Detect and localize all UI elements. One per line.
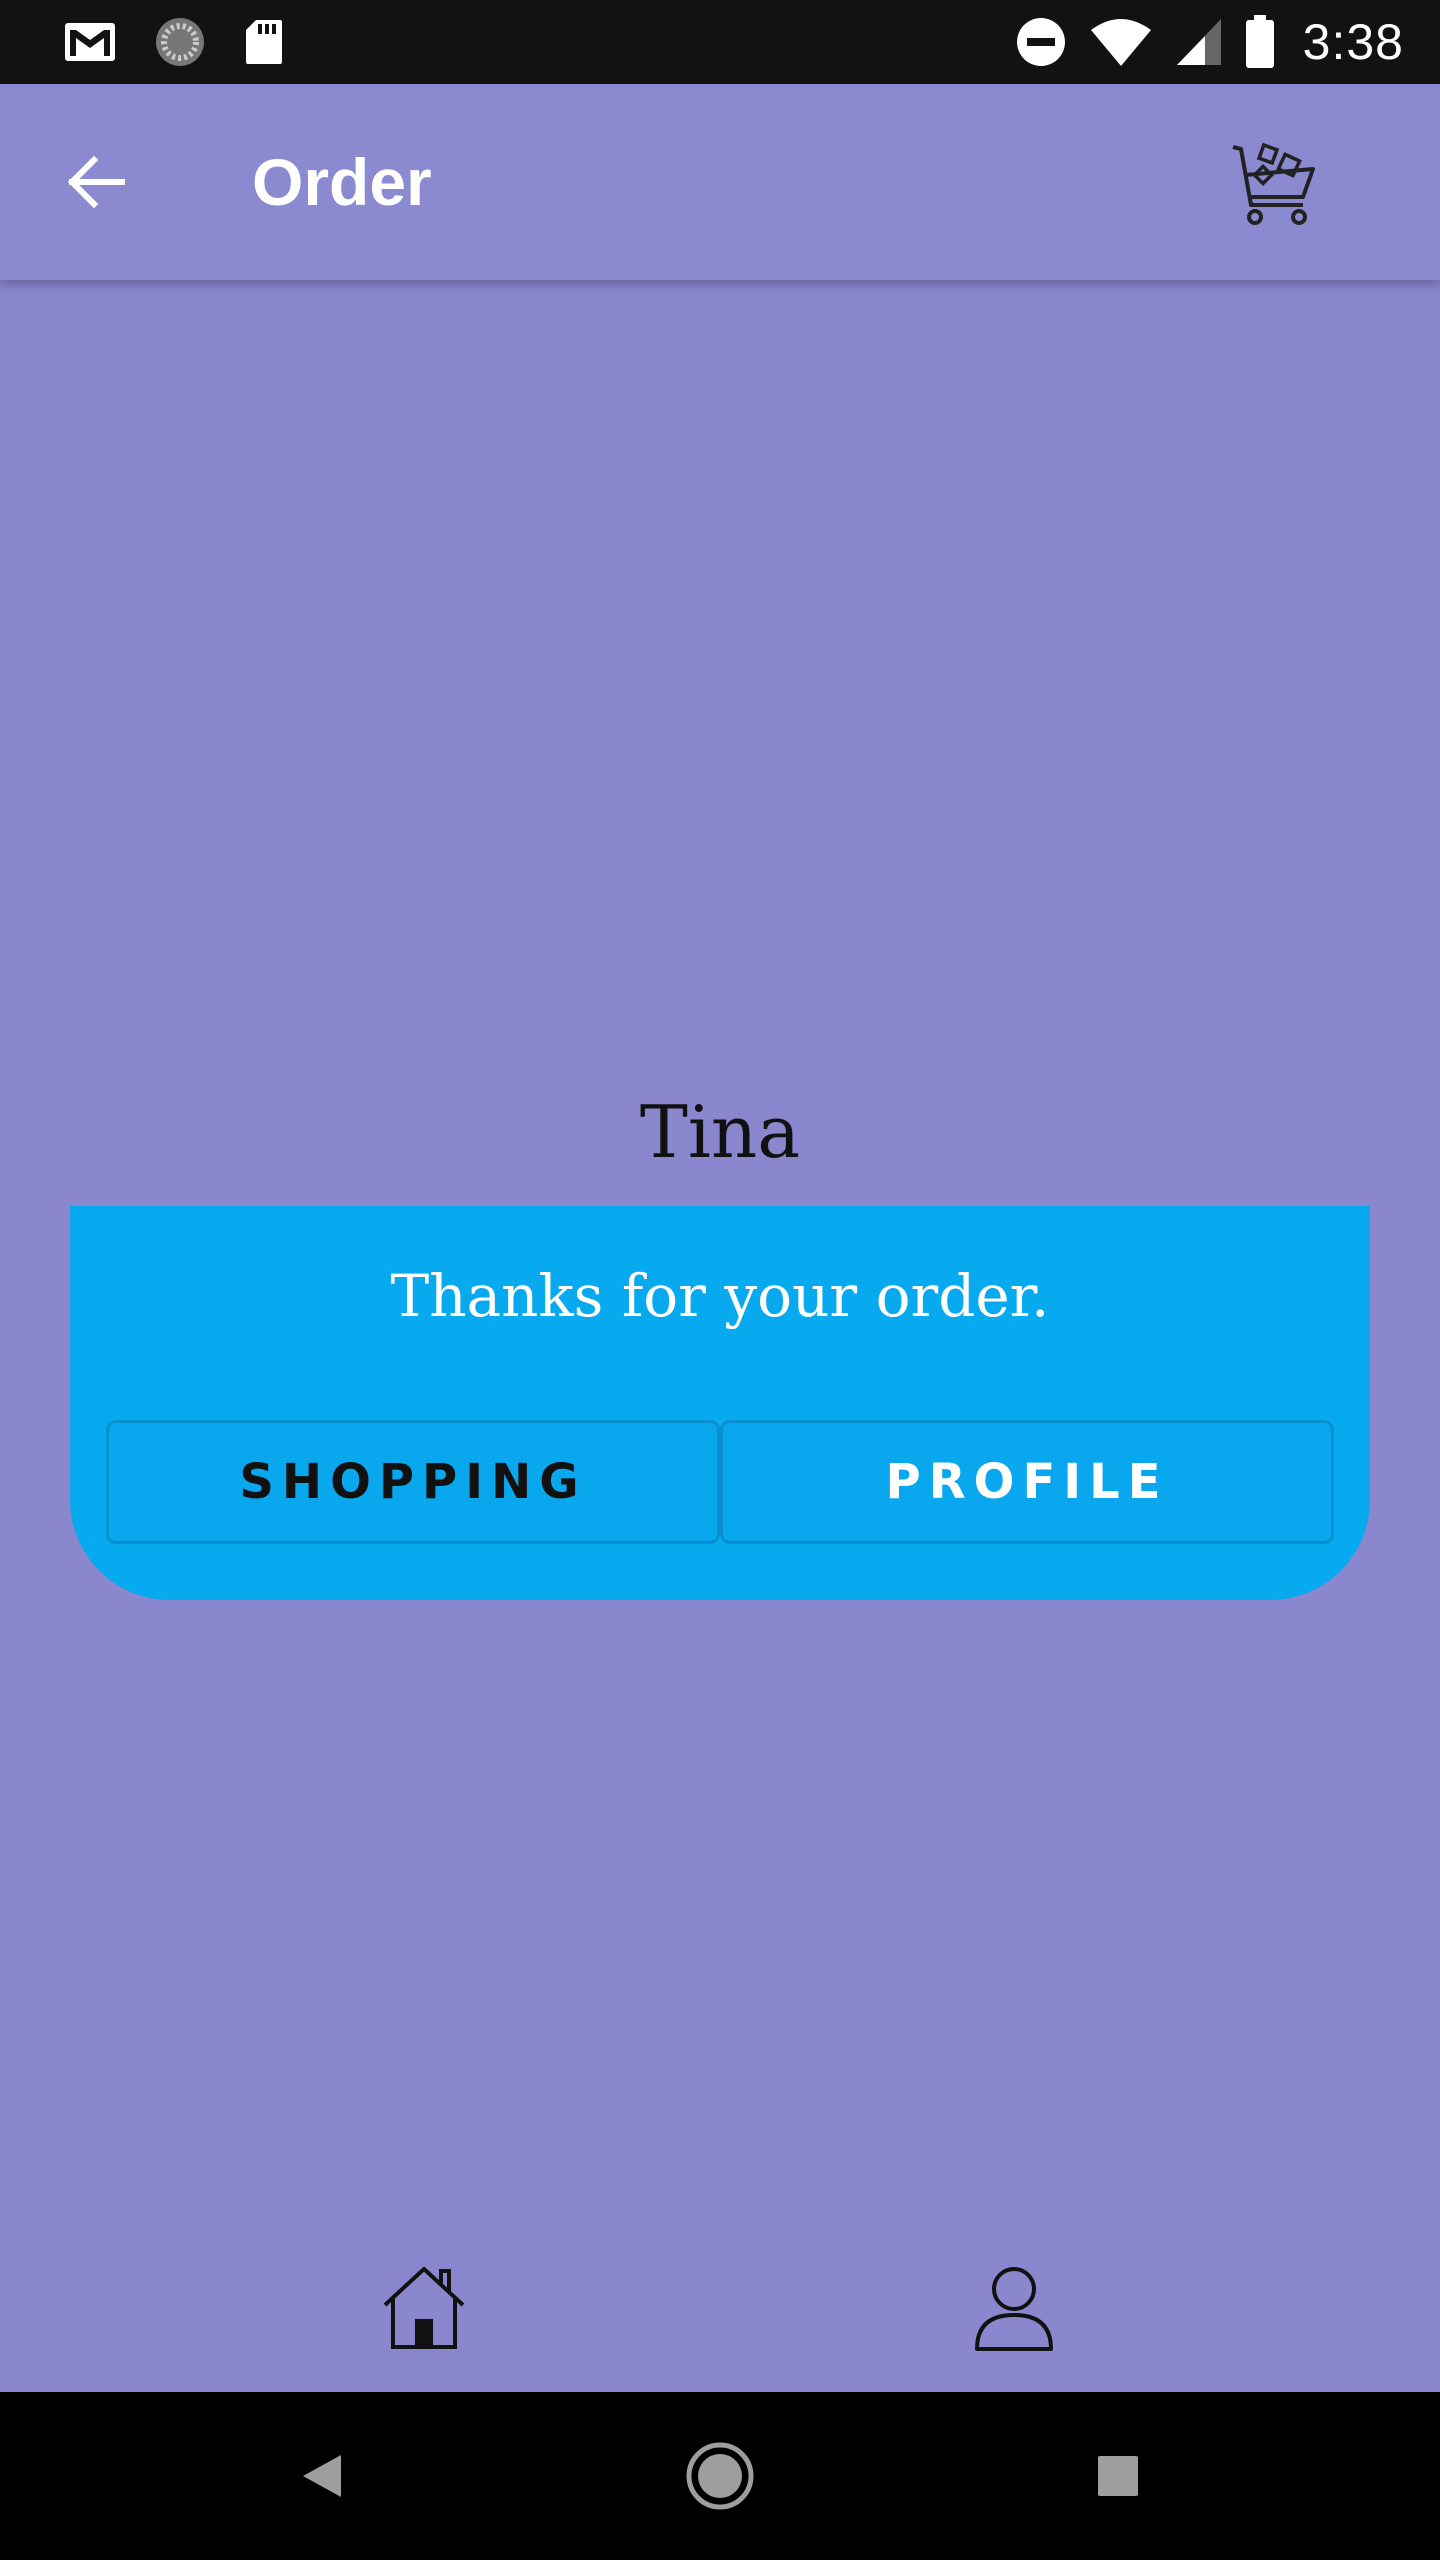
cart-button[interactable] xyxy=(1222,134,1322,234)
app-bar: Order xyxy=(0,84,1440,280)
order-confirmation-card: Thanks for your order. SHOPPING PROFILE xyxy=(70,1206,1370,1600)
home-icon xyxy=(383,2267,465,2349)
sd-card-icon xyxy=(244,18,284,66)
arrow-back-icon xyxy=(67,155,125,209)
page-title: Order xyxy=(252,145,432,219)
system-home-button[interactable] xyxy=(670,2426,770,2526)
status-right-icons: 3:38 xyxy=(993,13,1404,71)
thanks-message: Thanks for your order. xyxy=(390,1262,1050,1330)
person-icon xyxy=(975,2267,1053,2351)
status-time: 3:38 xyxy=(1302,14,1404,70)
nav-home-button[interactable] xyxy=(372,2256,476,2360)
circle-home-icon xyxy=(686,2442,754,2510)
status-left-icons xyxy=(64,16,322,68)
nav-profile-button[interactable] xyxy=(962,2256,1066,2360)
shopping-button[interactable]: SHOPPING xyxy=(106,1420,720,1544)
battery-icon xyxy=(1245,15,1275,69)
wifi-icon xyxy=(1089,16,1153,68)
gmail-icon xyxy=(64,22,116,62)
sync-icon xyxy=(154,16,206,68)
signal-icon xyxy=(1175,17,1223,67)
square-recents-icon xyxy=(1098,2456,1138,2496)
status-bar: 3:38 xyxy=(0,0,1440,84)
do-not-disturb-icon xyxy=(1015,16,1067,68)
card-buttons: SHOPPING PROFILE xyxy=(106,1420,1334,1544)
customer-name: Tina xyxy=(639,1090,801,1174)
bottom-navigation xyxy=(0,2236,1440,2392)
system-recents-button[interactable] xyxy=(1068,2426,1168,2526)
system-back-button[interactable] xyxy=(272,2426,372,2526)
back-button[interactable] xyxy=(56,142,136,222)
system-navigation-bar xyxy=(0,2392,1440,2560)
shopping-cart-icon xyxy=(1232,142,1315,225)
profile-button[interactable]: PROFILE xyxy=(720,1420,1334,1544)
triangle-back-icon xyxy=(303,2455,341,2497)
order-screen: 3:38 Order Tina Thanks for your order. S… xyxy=(0,0,1440,2560)
